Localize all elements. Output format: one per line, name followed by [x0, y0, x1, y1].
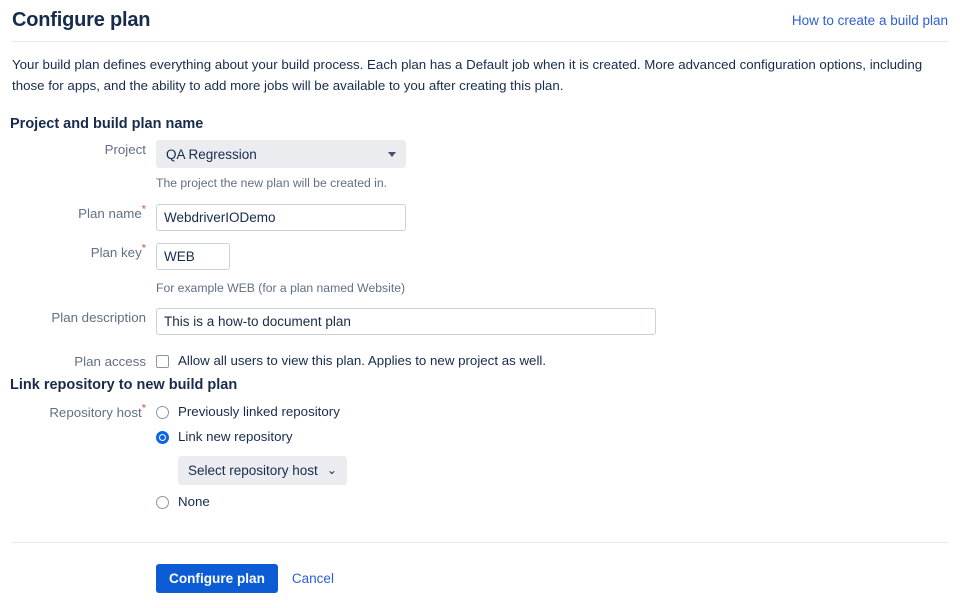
configure-plan-page: Configure plan How to create a build pla… [0, 0, 960, 608]
form-row-plan-name: Plan name* [0, 204, 406, 231]
footer-divider [12, 542, 948, 543]
repository-host-label-text: Repository host [49, 405, 141, 420]
project-help-text: The project the new plan will be created… [156, 176, 387, 190]
plan-name-label-text: Plan name [78, 206, 142, 221]
repository-host-select[interactable]: Select repository host ⌄ [178, 456, 347, 485]
plan-key-input[interactable] [156, 243, 230, 270]
radio-option-none[interactable]: None [156, 494, 210, 510]
plan-description-field-area [156, 308, 656, 335]
plan-key-label: Plan key* [0, 243, 146, 263]
project-label: Project [0, 140, 146, 160]
project-select-value: QA Regression [166, 147, 257, 162]
radio-option-previously-linked[interactable]: Previously linked repository [156, 404, 340, 420]
header-divider [12, 41, 948, 42]
radio-none-label: None [178, 494, 210, 510]
cancel-button[interactable]: Cancel [292, 571, 334, 586]
caret-down-icon [388, 152, 396, 157]
project-select[interactable]: QA Regression [156, 140, 406, 168]
form-row-none: None [0, 494, 210, 510]
form-row-plan-description: Plan description [0, 308, 656, 335]
plan-access-checkbox[interactable] [156, 355, 169, 368]
plan-key-help-text: For example WEB (for a plan named Websit… [156, 281, 405, 295]
form-row-plan-access: Plan access Allow all users to view this… [0, 352, 546, 372]
form-row-link-new-repository: Link new repository [0, 429, 293, 445]
section-heading-project: Project and build plan name [10, 116, 203, 132]
form-actions: Configure plan Cancel [156, 564, 334, 593]
plan-description-input[interactable] [156, 308, 656, 335]
required-asterisk: * [142, 243, 146, 255]
radio-option-link-new[interactable]: Link new repository [156, 429, 293, 445]
radio-link-new-repository-label: Link new repository [178, 429, 293, 445]
form-row-plan-key: Plan key* [0, 243, 230, 270]
page-title: Configure plan [12, 9, 150, 32]
radio-previously-linked-label: Previously linked repository [178, 404, 340, 420]
repository-host-select-area: Select repository host ⌄ [178, 456, 347, 485]
how-to-create-build-plan-link[interactable]: How to create a build plan [792, 13, 948, 28]
plan-key-label-text: Plan key [91, 245, 142, 260]
configure-plan-button[interactable]: Configure plan [156, 564, 278, 593]
page-header: Configure plan How to create a build pla… [0, 0, 960, 41]
plan-key-field-area [156, 243, 230, 270]
radio-link-new-repository[interactable] [156, 431, 169, 444]
plan-description-label: Plan description [0, 308, 146, 328]
repository-host-select-value: Select repository host [188, 463, 318, 478]
required-asterisk: * [142, 204, 146, 216]
plan-access-field-area: Allow all users to view this plan. Appli… [156, 353, 546, 369]
required-asterisk: * [142, 403, 146, 415]
plan-access-label: Plan access [0, 352, 146, 372]
chevron-down-icon: ⌄ [327, 464, 337, 476]
radio-none[interactable] [156, 496, 169, 509]
plan-access-checkbox-label: Allow all users to view this plan. Appli… [178, 353, 546, 369]
form-row-project: Project QA Regression [0, 140, 406, 168]
plan-name-input[interactable] [156, 204, 406, 231]
intro-paragraph: Your build plan defines everything about… [12, 55, 924, 96]
project-field-area: QA Regression [156, 140, 406, 168]
radio-previously-linked-repository[interactable] [156, 406, 169, 419]
plan-name-label: Plan name* [0, 204, 146, 224]
section-heading-repository: Link repository to new build plan [10, 377, 237, 393]
repository-host-label: Repository host* [0, 403, 146, 423]
form-row-repository-host-select: Select repository host ⌄ [0, 456, 347, 485]
plan-name-field-area [156, 204, 406, 231]
form-row-repository-host: Repository host* Previously linked repos… [0, 403, 340, 423]
